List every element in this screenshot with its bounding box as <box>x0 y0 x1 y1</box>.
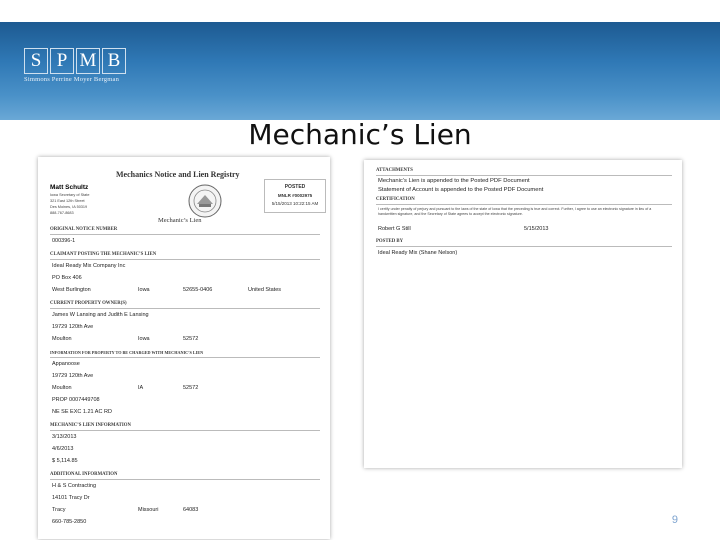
section-title: Attachments <box>376 168 672 176</box>
field-value: Moulton <box>52 336 72 342</box>
field-value: 000396-1 <box>52 238 76 244</box>
field-value: 52655-0406 <box>183 287 213 293</box>
field-value: Iowa <box>138 336 150 342</box>
filer-name: Matt Schultz <box>50 184 89 191</box>
field-value: 52572 <box>183 336 199 342</box>
section-title: Current Property Owner(s) <box>50 301 320 309</box>
sign-date: 5/15/2013 <box>524 226 549 232</box>
section-title: Information for Property to be Charged w… <box>50 350 320 358</box>
field-value: 3/13/2013 <box>52 434 77 440</box>
signer-name: Robert G Still <box>378 226 411 232</box>
field-value: United States <box>248 287 282 293</box>
header-banner: S P M B Simmons Perrine Moyer Bergman <box>0 22 720 120</box>
section-title: Additional Information <box>50 472 320 480</box>
field-value: Ideal Ready Mix Company Inc <box>52 263 126 269</box>
field-value: 4/6/2013 <box>52 446 74 452</box>
field-value: Iowa <box>138 287 150 293</box>
lien-document-page-2: Attachments Mechanic’s Lien is appended … <box>364 160 682 468</box>
field-value: Moulton <box>52 385 72 391</box>
certification-text: I certify under penalty of perjury and p… <box>378 207 652 216</box>
section-title: Original Notice Number <box>50 227 320 235</box>
logo-letter: S <box>24 48 48 74</box>
field-value: IA <box>138 385 144 391</box>
posted-by-value: Ideal Ready Mix (Shane Nelson) <box>378 250 458 256</box>
lien-document-page-1: Mechanics Notice and Lien Registry Matt … <box>38 157 330 539</box>
section-title: Claimant Posting the Mechanic’s Lien <box>50 252 320 260</box>
field-value: 660-785-2850 <box>52 519 87 525</box>
attachment-line: Statement of Account is appended to the … <box>378 187 544 193</box>
field-value: NE SE EXC 1.21 AC RD <box>52 409 112 415</box>
filer-address: Iowa Secretary of State 321 East 12th St… <box>50 193 90 215</box>
section-title: Posted By <box>376 239 672 247</box>
slide-page-number: 9 <box>671 514 678 526</box>
field-value: 14101 Tracy Dr <box>52 495 90 501</box>
field-value: 19729 120th Ave <box>52 324 94 330</box>
state-seal-icon <box>188 184 222 218</box>
logo-subtitle: Simmons Perrine Moyer Bergman <box>24 76 120 83</box>
field-value: 52572 <box>183 385 199 391</box>
field-value: Tracy <box>52 507 66 513</box>
slide-title: Mechanic’s Lien <box>248 118 472 151</box>
field-value: H & S Contracting <box>52 483 97 489</box>
field-value: 64083 <box>183 507 199 513</box>
field-value: Missouri <box>138 507 159 513</box>
logo-letter: M <box>76 48 100 74</box>
company-logo: S P M B <box>24 48 126 74</box>
doc-heading: Mechanics Notice and Lien Registry <box>116 170 240 179</box>
attachment-line: Mechanic’s Lien is appended to the Poste… <box>378 178 530 184</box>
field-value: PROP 0007449708 <box>52 397 100 403</box>
field-value: James W Lansing and Judith E Lansing <box>52 312 149 318</box>
field-value: Appanoose <box>52 361 80 367</box>
posted-box: POSTED MNLR #0002975 5/15/2013 10:22:15 … <box>264 179 326 213</box>
logo-letter: B <box>102 48 126 74</box>
field-value: West Burlington <box>52 287 91 293</box>
section-title: Mechanic’s Lien Information <box>50 423 320 431</box>
doc-subheading: Mechanic’s Lien <box>158 217 202 224</box>
field-value: 19729 120th Ave <box>52 373 94 379</box>
logo-letter: P <box>50 48 74 74</box>
field-value: PO Box 406 <box>52 275 82 281</box>
field-value: $ 5,114.85 <box>52 458 78 464</box>
section-title: Certification <box>376 197 672 205</box>
